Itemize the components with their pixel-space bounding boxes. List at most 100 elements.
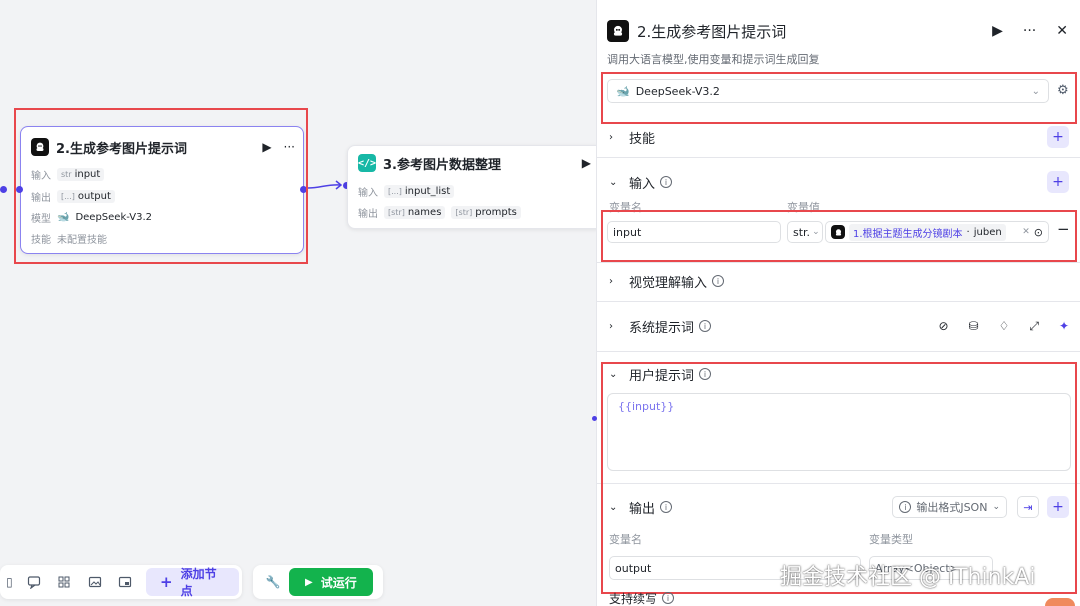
column-label: 变量类型 <box>869 533 913 546</box>
target-icon[interactable]: ⊙ <box>1034 226 1043 239</box>
add-skill-button[interactable]: + <box>1047 126 1069 148</box>
panel-title[interactable]: 2.生成参考图片提示词 <box>637 21 786 42</box>
panel-edge-port <box>592 416 597 421</box>
bulb-icon[interactable]: ♢ <box>999 319 1010 333</box>
continue-writing-label: 支持续写 i <box>597 590 1080 606</box>
section-skills[interactable]: › 技能 + <box>597 125 1080 149</box>
run-toolbar: 🔧 ▶ 试运行 <box>253 565 383 599</box>
node-output-row: 输出 [...] output <box>31 189 115 204</box>
info-icon[interactable]: i <box>662 592 675 604</box>
node-title: 2.生成参考图片提示词 <box>56 141 187 157</box>
column-label: 变量名 <box>609 201 642 214</box>
output-tag: [...] output <box>57 190 115 203</box>
ai-sparkle-icon[interactable]: ✦ <box>1059 319 1069 333</box>
info-icon[interactable]: i <box>660 501 673 513</box>
add-node-button[interactable]: + 添加节点 <box>146 567 239 598</box>
workflow-canvas[interactable]: 2.生成参考图片提示词 ▶ ··· 输入 str input 输出 [...] ou… <box>0 0 599 606</box>
grid-icon[interactable] <box>49 568 79 596</box>
comment-icon[interactable] <box>19 568 49 596</box>
info-icon[interactable]: i <box>712 275 725 287</box>
image-icon[interactable] <box>79 568 109 596</box>
user-prompt-editor[interactable]: {{input}} <box>607 393 1071 471</box>
run-icon[interactable]: ▶ <box>992 23 1003 39</box>
node-output-row: 输出 [str] names [str] prompts <box>358 205 521 220</box>
node-model-row: 模型 🐋 DeepSeek-V3.2 <box>31 212 153 225</box>
library-icon[interactable]: ⛁ <box>969 319 979 333</box>
canvas-toolbar: ▯ + 添加节点 <box>0 565 242 599</box>
info-icon: i <box>899 501 912 513</box>
node-input-row: 输入 [...] input_list <box>358 184 455 199</box>
node-organize-data[interactable]: </> 3.参考图片数据整理 ▶ 输入 [...] input_list 输出 [… <box>347 145 599 229</box>
avatar[interactable] <box>1045 598 1075 606</box>
chevron-down-icon: ⌄ <box>992 502 1000 512</box>
section-input[interactable]: ⌄ 输入 i + <box>597 170 1080 194</box>
node-title: 3.参考图片数据整理 <box>383 157 501 173</box>
model-select[interactable]: 🐋 DeepSeek-V3.2 ⌄ <box>607 79 1049 103</box>
divider <box>597 157 1080 158</box>
divider <box>597 262 1080 263</box>
column-label: 变量值 <box>787 201 820 214</box>
info-icon[interactable]: i <box>699 368 712 380</box>
close-icon[interactable]: ✕ <box>1056 23 1068 39</box>
minimap-icon[interactable] <box>110 568 140 596</box>
test-run-button[interactable]: ▶ 试运行 <box>289 568 373 596</box>
info-icon[interactable]: i <box>660 176 673 188</box>
section-system-prompt[interactable]: › 系统提示词 i ⊘ ⛁ ♢ ⤢ ✦ <box>597 314 1080 338</box>
chevron-down-icon: ⌄ <box>812 227 820 237</box>
node-input-row: 输入 str input <box>31 167 105 182</box>
more-icon[interactable]: ··· <box>1023 23 1036 39</box>
add-output-button[interactable]: + <box>1047 496 1069 518</box>
panel-description: 调用大语言模型,使用变量和提示词生成回复 <box>607 53 820 66</box>
add-input-button[interactable]: + <box>1047 171 1069 193</box>
gear-icon[interactable]: ⚙ <box>1057 83 1069 98</box>
chevron-right-icon: › <box>609 131 613 143</box>
partial-icon[interactable]: ▯ <box>0 568 19 596</box>
output-tag-prompts: [str] prompts <box>451 206 521 219</box>
input-type-select[interactable]: str. ⌄ <box>787 221 823 243</box>
reference-chip: 1.根据主题生成分镜剧本 · juben <box>849 223 1006 241</box>
chevron-right-icon: › <box>609 275 613 287</box>
remove-input-icon[interactable]: − <box>1057 220 1070 238</box>
more-icon[interactable]: ··· <box>284 140 295 154</box>
node-a-in-port[interactable] <box>16 186 23 193</box>
llm-node-icon <box>831 225 845 239</box>
input-value-reference[interactable]: 1.根据主题生成分镜剧本 · juben ✕ ⊙ <box>825 221 1049 243</box>
section-vision-input[interactable]: › 视觉理解输入 i <box>597 269 1080 293</box>
chevron-down-icon: ⌄ <box>609 501 618 513</box>
section-user-prompt[interactable]: ⌄ 用户提示词 i <box>597 362 1080 386</box>
connection-arrow <box>307 180 343 190</box>
clear-icon[interactable]: ✕ <box>1022 227 1030 237</box>
run-node-icon[interactable]: ▶ <box>262 140 271 154</box>
input-name-field[interactable]: input <box>607 221 781 243</box>
plus-icon: + <box>160 573 173 591</box>
import-icon[interactable]: ⇥ <box>1017 496 1039 518</box>
watermark: 掘金技术社区 @ iThinkAi <box>780 565 1036 590</box>
info-icon[interactable]: i <box>699 320 712 332</box>
input-tag: [...] input_list <box>384 185 455 198</box>
compass-icon[interactable]: ⊘ <box>938 319 948 333</box>
chevron-right-icon: › <box>609 320 613 332</box>
chevron-down-icon: ⌄ <box>609 176 618 188</box>
node-skill-row: 技能 未配置技能 <box>31 235 107 246</box>
input-tag: str input <box>57 168 105 181</box>
code-icon: </> <box>358 154 376 172</box>
llm-node-icon <box>31 138 49 156</box>
output-tag-names: [str] names <box>384 206 446 219</box>
chevron-down-icon: ⌄ <box>1031 85 1040 97</box>
node-config-panel: 2.生成参考图片提示词 ▶ ··· ✕ 调用大语言模型,使用变量和提示词生成回复… <box>596 0 1080 606</box>
divider <box>597 351 1080 352</box>
column-label: 变量名 <box>609 533 642 546</box>
run-node-icon[interactable]: ▶ <box>582 156 591 170</box>
wrench-icon[interactable]: 🔧 <box>257 568 289 596</box>
incoming-port[interactable] <box>0 186 7 193</box>
section-output[interactable]: ⌄ 输出 i i 输出格式JSON ⌄ ⇥ + <box>597 495 1080 519</box>
play-icon: ▶ <box>305 576 313 588</box>
chevron-down-icon: ⌄ <box>609 368 618 380</box>
node-generate-prompts[interactable]: 2.生成参考图片提示词 ▶ ··· 输入 str input 输出 [...] ou… <box>20 126 304 254</box>
llm-node-icon <box>607 20 629 42</box>
divider <box>597 301 1080 302</box>
divider <box>597 483 1080 484</box>
output-format-select[interactable]: i 输出格式JSON ⌄ <box>892 496 1007 518</box>
expand-icon[interactable]: ⤢ <box>1029 319 1039 334</box>
deepseek-icon: 🐋 <box>57 212 70 223</box>
